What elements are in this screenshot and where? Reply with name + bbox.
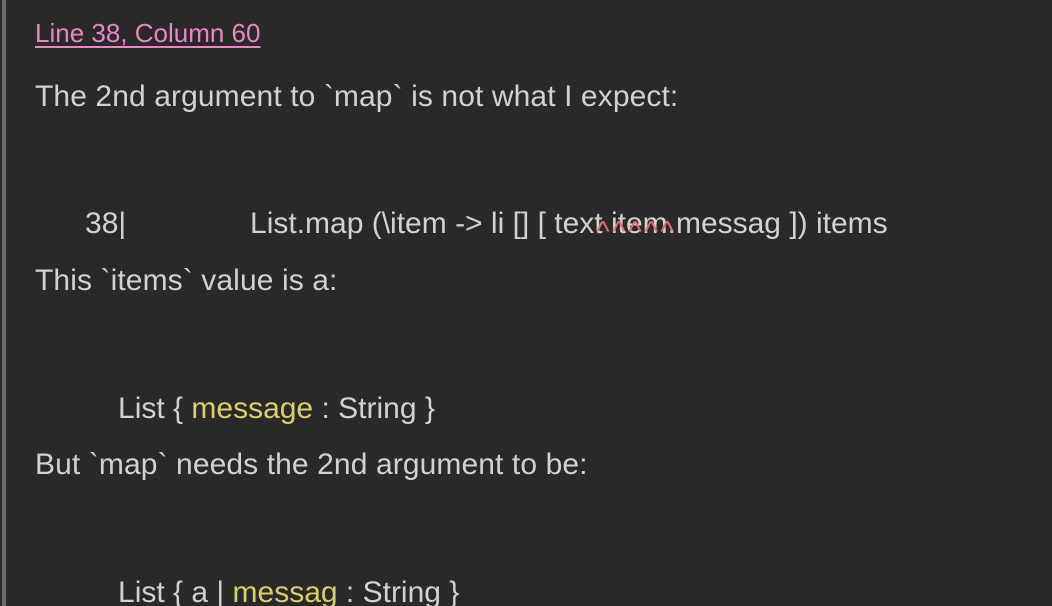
snippet-code: List.map (\item -> li [] [ text item.mes… — [250, 207, 888, 240]
caret-underline-marker: ^^^^^ — [596, 216, 677, 248]
expected-type-suffix: : String } — [337, 576, 460, 606]
compiler-error-panel: Line 38, Column 60 The 2nd argument to `… — [0, 0, 1052, 606]
source-snippet: 38| List.map (\item -> li [] [ text item.… — [35, 173, 888, 275]
error-location-link[interactable]: Line 38, Column 60 — [35, 20, 260, 46]
scrollbar-thumb[interactable] — [2, 0, 6, 606]
expected-type-intro-text: But `map` needs the 2nd argument to be: — [35, 448, 588, 481]
actual-type-suffix: : String } — [313, 392, 435, 425]
actual-type-prefix: List { — [118, 392, 192, 425]
snippet-line-number: 38| — [85, 207, 127, 240]
expected-type-prefix: List { a | — [118, 576, 233, 606]
actual-type-field: message — [191, 392, 314, 425]
expected-type-field: messag — [232, 576, 338, 606]
vertical-scrollbar[interactable] — [0, 0, 8, 606]
actual-type-intro-text: This `items` value is a: — [35, 264, 338, 297]
expected-type-signature: List { a | messag : String } — [68, 542, 459, 606]
error-summary-text: The 2nd argument to `map` is not what I … — [35, 80, 679, 113]
actual-type-signature: List { message : String } — [68, 358, 435, 460]
